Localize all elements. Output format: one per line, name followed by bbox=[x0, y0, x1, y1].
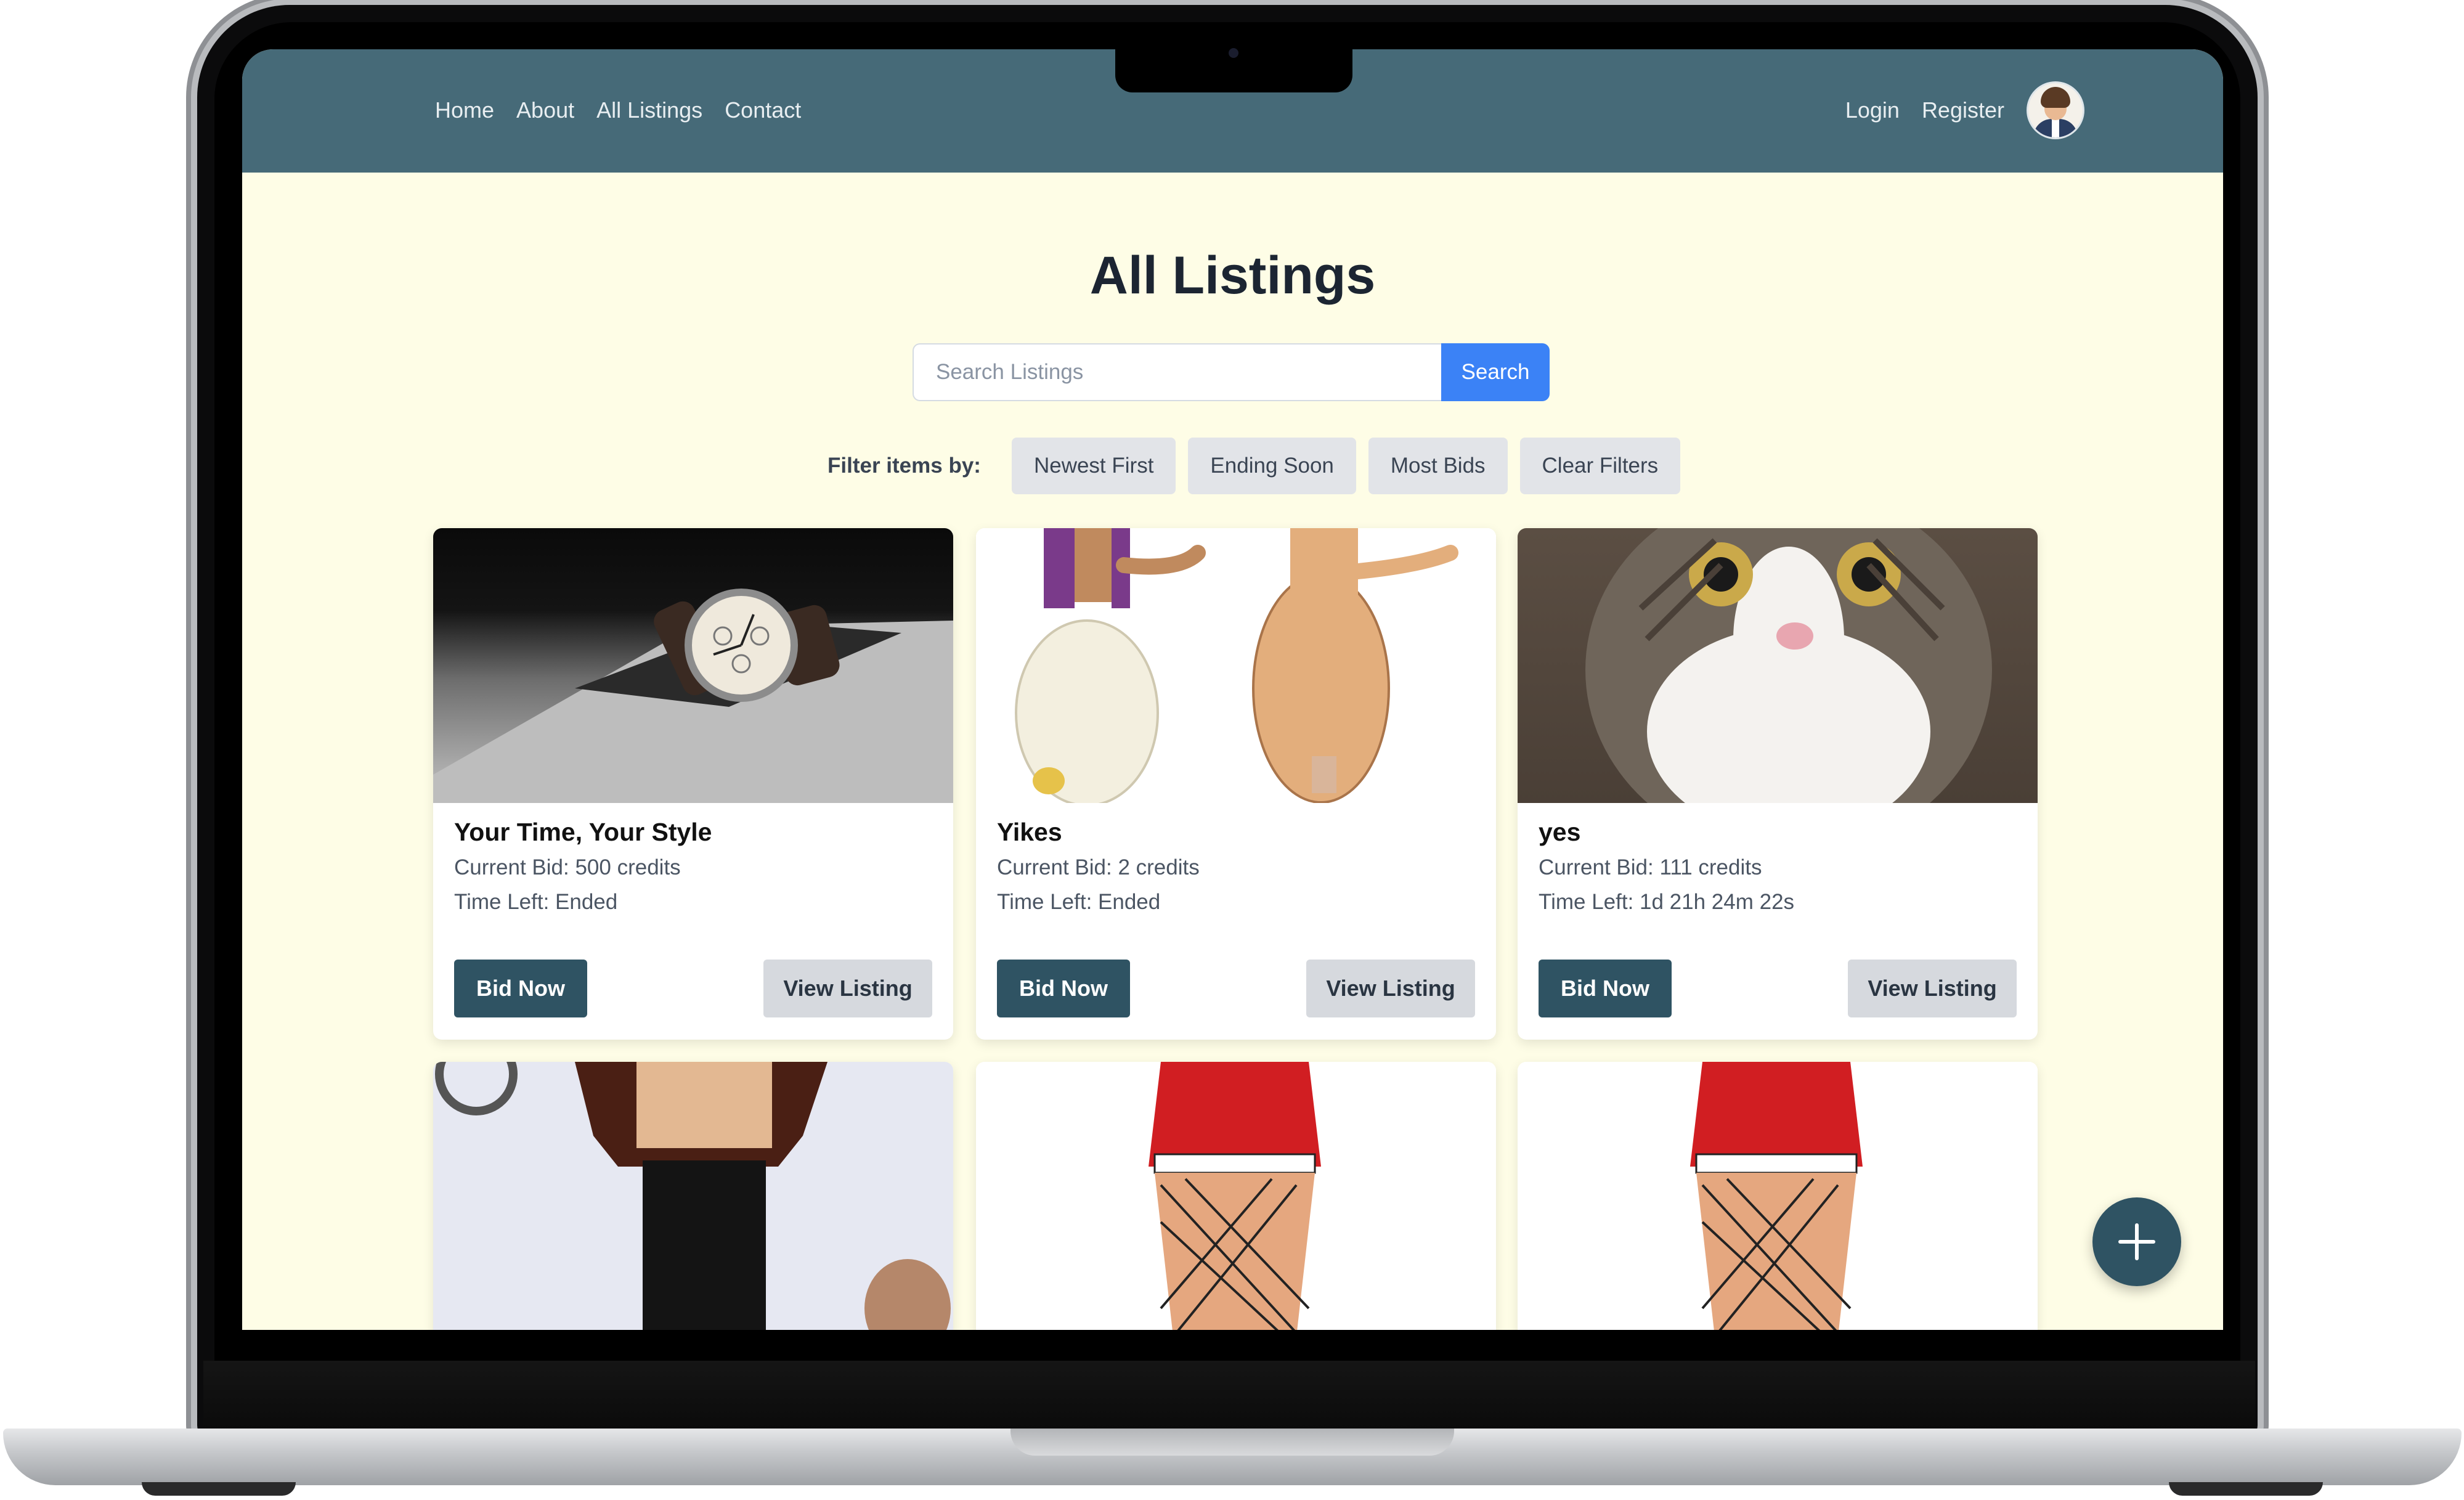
search-button[interactable]: Search bbox=[1441, 343, 1550, 401]
listing-card bbox=[976, 1062, 1496, 1330]
listing-current-bid: Current Bid: 2 credits bbox=[997, 855, 1200, 879]
listing-card: yes Current Bid: 111 credits Time Left: … bbox=[1518, 528, 2038, 1040]
listing-card: Your Time, Your Style Current Bid: 500 c… bbox=[433, 528, 953, 1040]
listing-card bbox=[433, 1062, 953, 1330]
bid-now-button[interactable]: Bid Now bbox=[1539, 960, 1672, 1017]
listing-card bbox=[1518, 1062, 2038, 1330]
listing-time-left: Time Left: Ended bbox=[997, 890, 1161, 914]
listing-image-cartoon-figures[interactable] bbox=[976, 528, 1496, 803]
listing-current-bid: Current Bid: 111 credits bbox=[1539, 855, 1762, 879]
nav-contact-link[interactable]: Contact bbox=[725, 97, 801, 123]
laptop-screen: Home About All Listings Contact Login Re… bbox=[242, 49, 2223, 1330]
nav-home-link[interactable]: Home bbox=[435, 97, 494, 123]
page-title: All Listings bbox=[1089, 246, 1376, 305]
filter-ending-soon-button[interactable]: Ending Soon bbox=[1188, 438, 1356, 494]
filter-most-bids-button[interactable]: Most Bids bbox=[1368, 438, 1508, 494]
listing-image-wristwatch[interactable] bbox=[433, 528, 953, 803]
laptop-bezel-bottom bbox=[203, 1361, 2255, 1429]
filter-bar: Filter items by: Newest First Ending Soo… bbox=[827, 438, 1693, 494]
listing-title: Yikes bbox=[997, 818, 1062, 846]
search-input[interactable] bbox=[913, 343, 1442, 401]
register-link[interactable]: Register bbox=[1922, 97, 2004, 123]
account-nav: Login Register bbox=[1845, 81, 2084, 139]
nav-all-listings-link[interactable]: All Listings bbox=[596, 97, 702, 123]
add-listing-button[interactable] bbox=[2092, 1197, 2181, 1286]
listing-current-bid: Current Bid: 500 credits bbox=[454, 855, 681, 879]
listing-time-left: Time Left: 1d 21h 24m 22s bbox=[1539, 890, 1795, 914]
clear-filters-button[interactable]: Clear Filters bbox=[1519, 438, 1681, 494]
listing-image-red-costume[interactable] bbox=[976, 1062, 1496, 1330]
bid-now-button[interactable]: Bid Now bbox=[997, 960, 1130, 1017]
laptop-foot bbox=[2169, 1482, 2323, 1496]
listing-image-cat[interactable] bbox=[1518, 528, 2038, 803]
filter-newest-first-button[interactable]: Newest First bbox=[1011, 438, 1176, 494]
view-listing-button[interactable]: View Listing bbox=[1848, 960, 2017, 1017]
view-listing-button[interactable]: View Listing bbox=[1306, 960, 1475, 1017]
view-listing-button[interactable]: View Listing bbox=[763, 960, 932, 1017]
listing-image-cartoon-character[interactable] bbox=[433, 1062, 953, 1330]
camera-icon bbox=[1229, 48, 1238, 58]
laptop-foot bbox=[142, 1482, 296, 1496]
filter-label: Filter items by: bbox=[827, 454, 981, 478]
nav-about-link[interactable]: About bbox=[516, 97, 574, 123]
main-nav: Home About All Listings Contact bbox=[435, 97, 801, 123]
listing-card: Yikes Current Bid: 2 credits Time Left: … bbox=[976, 528, 1496, 1040]
login-link[interactable]: Login bbox=[1845, 97, 1900, 123]
laptop-opening-notch bbox=[1010, 1429, 1454, 1456]
listing-image-red-costume[interactable] bbox=[1518, 1062, 2038, 1330]
listing-title: Your Time, Your Style bbox=[454, 818, 712, 846]
bid-now-button[interactable]: Bid Now bbox=[454, 960, 587, 1017]
listing-time-left: Time Left: Ended bbox=[454, 890, 618, 914]
user-avatar[interactable] bbox=[2027, 81, 2084, 139]
listing-title: yes bbox=[1539, 818, 1581, 846]
